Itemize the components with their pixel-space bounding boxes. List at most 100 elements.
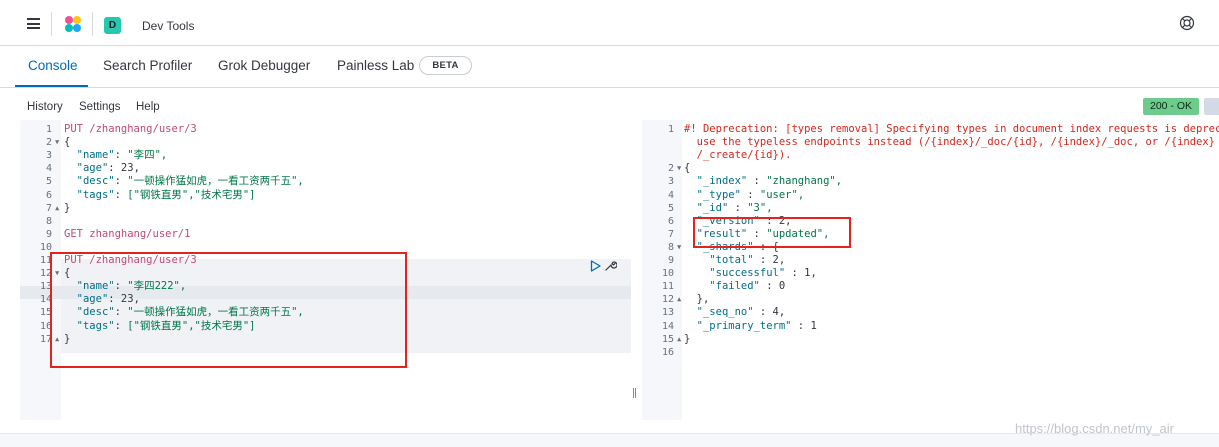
json-key: "failed" [709,280,760,293]
page-title: Dev Tools [142,19,195,33]
response-line-number: 7 [667,228,674,240]
fold-toggle-icon[interactable]: ▴ [54,202,60,215]
json-colon: : [114,280,128,293]
response-line-number: 2 [667,163,674,175]
response-code-line: "_type" : "user", [684,188,805,202]
space-avatar[interactable]: D [104,17,121,34]
json-key: "total" [709,254,754,266]
response-code-line: use the typeless endpoints instead (/{in… [684,136,1215,149]
request-line-number: 11 [39,255,52,266]
code-text: /_create/{id}). [684,149,792,162]
request-line-number: 3 [45,150,52,162]
request-line-number: 1 [45,124,52,135]
json-colon: : [753,240,773,253]
request-code-line: { [64,267,70,280]
kibana-logo-icon[interactable] [63,14,83,34]
json-colon: : [108,293,121,306]
request-code-line: GET zhanghang/user/1 [64,228,190,241]
fold-toggle-icon[interactable]: ▾ [676,241,682,254]
json-value: 23, [120,293,140,306]
request-line-number: 15 [39,307,52,319]
json-key: "_type" [696,188,741,201]
request-code-line: "name": "李四222", [64,280,187,293]
fold-toggle-icon[interactable]: ▾ [54,267,60,280]
request-time-badge [1204,98,1219,115]
request-line-number: 16 [39,320,52,332]
menu-history[interactable]: History [27,101,63,113]
response-code-line: "failed" : 0 [684,280,785,293]
json-key: "desc" [76,175,115,188]
menu-settings[interactable]: Settings [79,101,121,113]
tab-search-profiler[interactable]: Search Profiler [103,58,192,73]
resize-handle[interactable] [633,388,636,398]
fold-toggle-icon[interactable]: ▴ [676,293,682,306]
menu-icon[interactable] [27,18,40,29]
menu-help[interactable]: Help [136,101,160,113]
json-colon: : [740,188,760,201]
json-colon: : [114,306,128,319]
json-key: "name" [76,149,115,162]
request-code-line: "desc": "一顿操作猛如虎，一看工资两千五", [64,175,304,188]
header-divider [92,12,93,36]
code-text: } [684,332,691,345]
response-line-number: 13 [661,307,674,319]
json-colon: : [791,319,811,332]
request-line-number: 5 [45,176,52,188]
request-line-number: 17 [39,333,52,345]
code-text: PUT /zhanghang/user/3 [64,254,197,266]
tab-grok-debugger[interactable]: Grok Debugger [218,58,310,73]
fold-toggle-icon[interactable]: ▾ [676,162,682,175]
request-code-line: "tags": ["钢铁直男","技术宅男"] [64,320,256,333]
response-line-number: 1 [667,124,674,135]
code-text: use the typeless endpoints instead (/{in… [684,136,1216,149]
json-value: "李四", [127,149,168,162]
json-colon: : [753,254,773,266]
fold-toggle-icon[interactable]: ▴ [676,333,682,346]
response-code-line: } [684,333,690,346]
json-key: "_version" [696,214,760,227]
json-value: "3", [747,201,773,214]
request-line-number: 6 [45,189,52,201]
json-value: "一顿操作猛如虎，一看工资两千五", [127,175,304,188]
fold-toggle-icon[interactable]: ▾ [54,136,60,149]
fold-toggle-icon[interactable]: ▴ [54,333,60,346]
request-line-number: 7 [45,202,52,214]
response-code-line: /_create/{id}). [684,149,792,162]
code-text: } [64,201,71,214]
response-line-number: 16 [661,346,674,358]
response-line-number: 6 [667,215,674,227]
json-value: { [772,240,779,253]
response-code-line: "_seq_no" : 4, [684,306,786,319]
wrench-icon[interactable] [604,259,617,272]
json-colon: : [785,267,805,280]
response-code-line: "total" : 2, [684,254,785,267]
json-value: 1, [804,267,817,280]
json-value: ["钢铁直男","技术宅男"] [127,319,256,332]
app-header: D Dev Tools [0,0,1219,46]
json-value: "zhanghang", [766,175,843,188]
request-line-number: 10 [39,241,52,253]
json-value: "user", [759,188,805,201]
code-text: { [64,267,71,280]
code-text: PUT /zhanghang/user/3 [64,123,197,135]
beta-badge: BETA [419,56,472,75]
request-line-number: 4 [45,163,52,175]
tab-painless-lab[interactable]: Painless Lab [337,58,414,73]
tab-console[interactable]: Console [28,58,78,73]
status-badge: 200 - OK [1143,98,1199,115]
json-value: 2, [772,254,786,266]
play-icon[interactable] [590,260,601,272]
request-code-line: "desc": "一顿操作猛如虎，一看工资两千五", [64,306,304,319]
help-icon[interactable] [1179,15,1195,31]
json-key: "name" [76,280,115,293]
request-code-line: { [64,136,70,149]
